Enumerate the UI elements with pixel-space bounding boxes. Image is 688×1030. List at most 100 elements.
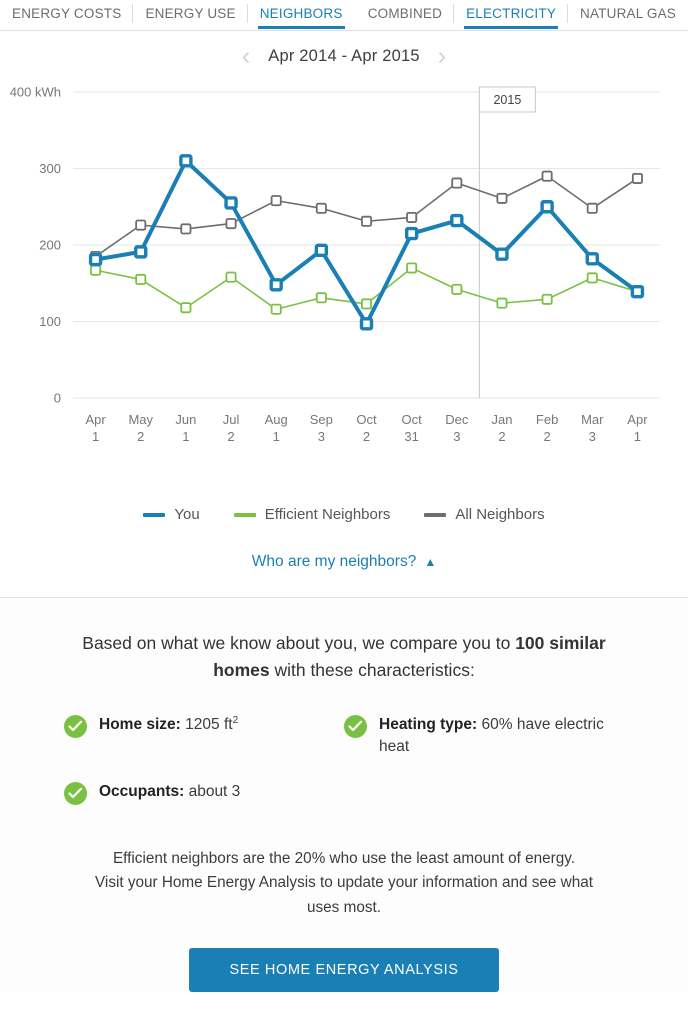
data-point[interactable] [88, 252, 103, 267]
x-axis-tick-day: 31 [404, 429, 418, 444]
data-point[interactable] [586, 202, 598, 214]
x-axis-tick-month: Oct [356, 412, 377, 427]
chevron-right-icon[interactable]: › [438, 44, 446, 69]
x-axis-tick-day: 3 [453, 429, 460, 444]
tab-label: COMBINED [367, 6, 443, 21]
tab-label: ENERGY COSTS [12, 6, 122, 21]
data-point[interactable] [406, 211, 418, 223]
x-axis-tick-day: 3 [589, 429, 596, 444]
x-axis-tick-day: 1 [92, 429, 99, 444]
data-point[interactable] [541, 170, 553, 182]
data-point[interactable] [315, 292, 327, 304]
fact-text: Home size: 1205 ft2 [99, 714, 238, 736]
data-point[interactable] [495, 247, 509, 261]
data-point[interactable] [90, 264, 102, 276]
x-axis-tick-month: Sep [310, 412, 333, 427]
note-line-1: Efficient neighbors are the 20% who use … [112, 850, 576, 867]
data-point[interactable] [630, 284, 645, 299]
fact-home-size: Home size: 1205 ft2 [64, 714, 344, 757]
date-range-label: Apr 2014 - Apr 2015 [268, 47, 420, 65]
tab-active-underline [257, 26, 345, 29]
legend-item-you[interactable]: You [143, 506, 200, 523]
legend-item-all-neighbors[interactable]: All Neighbors [424, 506, 545, 523]
see-home-energy-analysis-button[interactable]: SEE HOME ENERGY ANALYSIS [189, 948, 499, 993]
data-point[interactable] [270, 303, 282, 315]
data-point[interactable] [540, 200, 554, 214]
data-point[interactable] [135, 219, 147, 231]
comparison-intro: Based on what we know about you, we comp… [0, 630, 688, 684]
x-axis-tick-month: Feb [536, 412, 558, 427]
data-point[interactable] [179, 154, 193, 168]
data-point[interactable] [360, 298, 372, 310]
chevron-left-icon[interactable]: ‹ [242, 44, 250, 69]
data-point[interactable] [450, 213, 464, 228]
data-point[interactable] [451, 283, 463, 295]
data-point[interactable] [359, 317, 374, 331]
who-are-my-neighbors-link[interactable]: Who are my neighbors? ▲ [252, 553, 436, 570]
data-point[interactable] [314, 243, 329, 258]
tab-label: NEIGHBORS [259, 6, 343, 21]
y-axis-tick-label: 100 [39, 314, 61, 329]
y-axis-tick-label: 400 kWh [10, 85, 61, 100]
fact-label: Heating type: [379, 716, 478, 734]
efficient-neighbors-note: Efficient neighbors are the 20% who use … [0, 829, 688, 920]
data-point[interactable] [406, 262, 418, 274]
data-point[interactable] [180, 223, 192, 235]
x-axis-tick-month: Jun [175, 412, 196, 427]
note-line-2: Visit your Home Energy Analysis to updat… [95, 874, 593, 892]
x-axis-tick-day: 1 [273, 429, 280, 444]
x-axis-tick-day: 3 [318, 429, 325, 444]
tab-active-underline [464, 26, 559, 29]
x-axis-tick-day: 1 [182, 429, 189, 444]
legend-item-efficient-neighbors[interactable]: Efficient Neighbors [233, 506, 391, 523]
tab-natural-gas[interactable]: NATURAL GAS [568, 0, 688, 28]
x-axis-tick-month: May [128, 412, 153, 427]
x-axis-tick-month: Mar [581, 412, 604, 427]
data-point[interactable] [585, 252, 599, 266]
data-point[interactable] [134, 245, 148, 259]
year-label: 2015 [493, 93, 521, 107]
legend-label-efficient-neighbors: Efficient Neighbors [264, 506, 391, 523]
intro-suffix: with these characteristics: [269, 660, 475, 681]
note-line-3: uses most. [307, 898, 381, 916]
tab-combined[interactable]: COMBINED [356, 0, 455, 28]
x-axis-tick-month: Apr [627, 412, 648, 427]
data-point[interactable] [631, 172, 643, 184]
characteristics-list: Home size: 1205 ft2 Heating type: 60% ha… [0, 684, 688, 829]
tab-electricity[interactable]: ELECTRICITY [454, 0, 569, 29]
fact-occupants: Occupants: about 3 [64, 781, 344, 805]
data-point[interactable] [360, 215, 372, 227]
data-point[interactable] [180, 302, 192, 314]
x-axis-tick-month: Jul [223, 412, 240, 427]
data-point[interactable] [541, 293, 553, 305]
data-point[interactable] [225, 218, 237, 230]
tab-bar: ENERGY COSTS ENERGY USE NEIGHBORS COMBIN… [0, 0, 688, 31]
data-point[interactable] [270, 195, 282, 207]
caret-up-icon: ▲ [424, 555, 437, 569]
tab-energy-use[interactable]: ENERGY USE [133, 0, 249, 28]
data-point[interactable] [451, 177, 463, 189]
who-are-my-neighbors-label: Who are my neighbors? [251, 553, 417, 570]
tab-energy-costs[interactable]: ENERGY COSTS [0, 0, 134, 28]
data-point[interactable] [586, 272, 598, 284]
data-point[interactable] [315, 202, 327, 214]
check-circle-icon [344, 715, 367, 739]
data-point[interactable] [225, 271, 237, 283]
fact-value: about 3 [188, 783, 241, 800]
x-axis-tick-day: 2 [363, 429, 370, 444]
data-point[interactable] [496, 192, 508, 204]
tab-neighbors[interactable]: NEIGHBORS [248, 0, 355, 29]
legend-swatch-all-neighbors [424, 512, 447, 517]
data-point[interactable] [224, 196, 238, 210]
who-are-my-neighbors-row: Who are my neighbors? ▲ [0, 553, 688, 597]
line-chart-svg[interactable]: 0 100 200 300 400 kWh 2015 Apr 1 May 2 Jun 1 Jul 2 Aug… [0, 80, 688, 500]
data-point[interactable] [135, 273, 147, 285]
fact-value: 1205 ft [185, 716, 233, 734]
data-point[interactable] [496, 297, 508, 309]
x-axis-tick-month: Jan [491, 412, 512, 427]
x-axis-tick-day: 2 [543, 429, 550, 444]
date-range-nav: ‹ Apr 2014 - Apr 2015 › [0, 31, 688, 80]
data-point[interactable] [269, 278, 283, 292]
data-point[interactable] [404, 226, 419, 241]
fact-text: Heating type: 60% have electric heat [379, 714, 624, 757]
